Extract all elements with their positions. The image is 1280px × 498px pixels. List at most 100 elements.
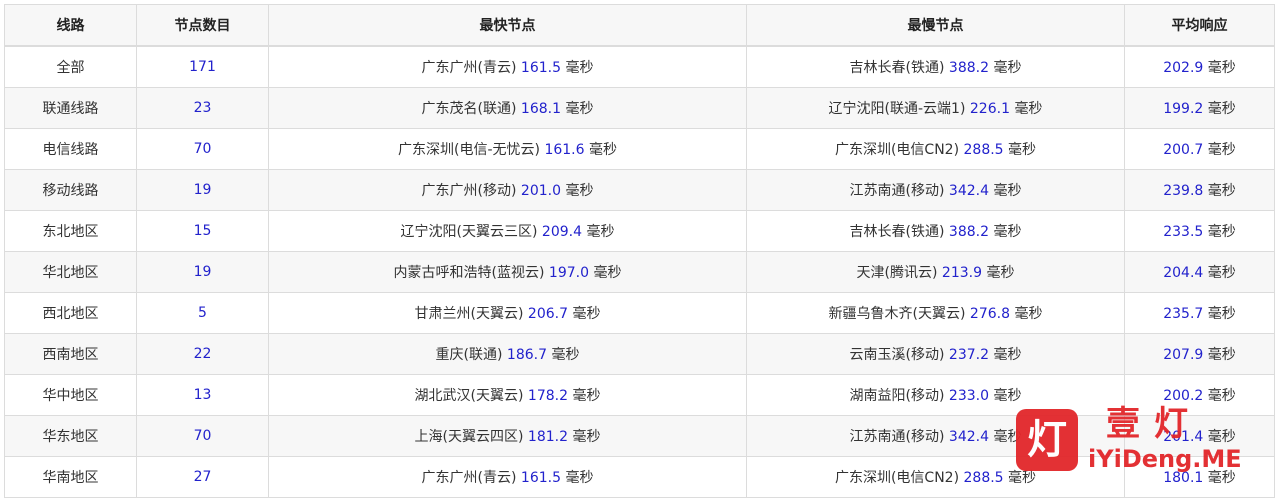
slowest-node-name: 云南玉溪(移动) xyxy=(849,347,945,363)
table-row: 西北地区 5 甘肃兰州(天翼云) 206.7 毫秒 新疆乌鲁木齐(天翼云) 276.8… xyxy=(4,292,1275,334)
unit-label: 毫秒 xyxy=(1014,101,1043,117)
slowest-node-name: 新疆乌鲁木齐(天翼云) xyxy=(828,306,966,322)
route-label: 华北地区 xyxy=(42,265,99,281)
node-count-cell: 13 xyxy=(136,374,269,416)
route-label: 联通线路 xyxy=(42,101,99,117)
fastest-node-ms: 161.6 xyxy=(544,142,585,158)
slowest-node-ms: 237.2 xyxy=(948,347,990,363)
average-ms: 200.2 xyxy=(1163,388,1204,404)
fastest-node-name: 广东深圳(电信-无忧云) xyxy=(398,142,540,158)
fastest-node-name: 甘肃兰州(天翼云) xyxy=(414,306,524,322)
unit-label: 毫秒 xyxy=(565,183,594,199)
route-cell: 西北地区 xyxy=(4,292,137,334)
slowest-node-ms: 342.4 xyxy=(948,429,990,445)
fastest-node-ms: 206.7 xyxy=(527,306,569,322)
unit-label: 毫秒 xyxy=(586,224,615,240)
route-label: 东北地区 xyxy=(42,224,99,240)
node-count-cell: 27 xyxy=(136,456,269,498)
fastest-node-cell: 甘肃兰州(天翼云) 206.7 毫秒 xyxy=(268,292,747,334)
fastest-node-cell: 上海(天翼云四区) 181.2 毫秒 xyxy=(268,415,747,457)
route-label: 电信线路 xyxy=(42,142,99,158)
average-response-cell: 233.5 毫秒 xyxy=(1124,210,1275,252)
node-count-cell: 19 xyxy=(136,169,269,211)
fastest-node-name: 内蒙古呼和浩特(蓝视云) xyxy=(393,265,545,281)
unit-label: 毫秒 xyxy=(1207,306,1236,322)
fastest-node-ms: 181.2 xyxy=(527,429,569,445)
table-row: 联通线路 23 广东茂名(联通) 168.1 毫秒 辽宁沈阳(联通-云端1) 226.… xyxy=(4,87,1275,129)
header-average-response: 平均响应 xyxy=(1124,4,1275,47)
node-count-cell: 23 xyxy=(136,87,269,129)
header-slowest-node: 最慢节点 xyxy=(746,4,1125,47)
unit-label: 毫秒 xyxy=(993,60,1022,76)
slowest-node-ms: 388.2 xyxy=(948,224,990,240)
fastest-node-ms: 178.2 xyxy=(527,388,569,404)
table-row: 全部 171 广东广州(青云) 161.5 毫秒 吉林长春(铁通) 388.2 毫秒 2… xyxy=(4,45,1275,88)
slowest-node-cell: 江苏南通(移动) 342.4 毫秒 xyxy=(746,169,1125,211)
slowest-node-name: 广东深圳(电信CN2) xyxy=(834,142,960,158)
slowest-node-cell: 云南玉溪(移动) 237.2 毫秒 xyxy=(746,333,1125,375)
slowest-node-cell: 吉林长春(铁通) 388.2 毫秒 xyxy=(746,210,1125,252)
node-count-cell: 171 xyxy=(136,45,269,88)
unit-label: 毫秒 xyxy=(572,429,601,445)
unit-label: 毫秒 xyxy=(1008,142,1037,158)
node-count-cell: 5 xyxy=(136,292,269,334)
unit-label: 毫秒 xyxy=(986,265,1015,281)
slowest-node-name: 江苏南通(移动) xyxy=(849,429,945,445)
slowest-node-ms: 213.9 xyxy=(941,265,983,281)
fastest-node-name: 广东广州(青云) xyxy=(421,60,517,76)
unit-label: 毫秒 xyxy=(593,265,622,281)
slowest-node-cell: 广东深圳(电信CN2) 288.5 毫秒 xyxy=(746,128,1125,170)
fastest-node-name: 重庆(联通) xyxy=(435,347,503,363)
watermark-brand: 壹灯 xyxy=(1106,404,1202,444)
average-ms: 200.7 xyxy=(1163,142,1204,158)
average-ms: 202.9 xyxy=(1163,60,1204,76)
unit-label: 毫秒 xyxy=(993,183,1022,199)
fastest-node-name: 湖北武汉(天翼云) xyxy=(414,388,524,404)
unit-label: 毫秒 xyxy=(1207,388,1236,404)
unit-label: 毫秒 xyxy=(588,142,617,158)
fastest-node-cell: 内蒙古呼和浩特(蓝视云) 197.0 毫秒 xyxy=(268,251,747,293)
average-response-cell: 239.8 毫秒 xyxy=(1124,169,1275,211)
unit-label: 毫秒 xyxy=(1014,306,1043,322)
fastest-node-name: 上海(天翼云四区) xyxy=(414,429,524,445)
slowest-node-cell: 天津(腾讯云) 213.9 毫秒 xyxy=(746,251,1125,293)
node-count: 171 xyxy=(189,59,216,75)
route-cell: 东北地区 xyxy=(4,210,137,252)
average-ms: 204.4 xyxy=(1163,265,1204,281)
slowest-node-name: 天津(腾讯云) xyxy=(856,265,938,281)
watermark-url: iYiDeng.ME xyxy=(1088,445,1242,473)
route-label: 华南地区 xyxy=(42,470,99,486)
fastest-node-cell: 广东广州(青云) 161.5 毫秒 xyxy=(268,45,747,88)
node-count: 70 xyxy=(193,141,212,157)
unit-label: 毫秒 xyxy=(572,306,601,322)
slowest-node-name: 辽宁沈阳(联通-云端1) xyxy=(828,101,966,117)
average-ms: 239.8 xyxy=(1163,183,1204,199)
route-cell: 华北地区 xyxy=(4,251,137,293)
slowest-node-name: 吉林长春(铁通) xyxy=(849,60,945,76)
slowest-node-name: 江苏南通(移动) xyxy=(849,183,945,199)
header-row: 线路 节点数目 最快节点 最慢节点 平均响应 xyxy=(4,4,1275,47)
route-cell: 华中地区 xyxy=(4,374,137,416)
route-cell: 移动线路 xyxy=(4,169,137,211)
unit-label: 毫秒 xyxy=(1207,60,1236,76)
route-label: 全部 xyxy=(56,60,85,76)
fastest-node-name: 辽宁沈阳(天翼云三区) xyxy=(400,224,538,240)
average-response-cell: 200.7 毫秒 xyxy=(1124,128,1275,170)
route-label: 西北地区 xyxy=(42,306,99,322)
route-label: 华东地区 xyxy=(42,429,99,445)
fastest-node-cell: 重庆(联通) 186.7 毫秒 xyxy=(268,333,747,375)
route-cell: 华东地区 xyxy=(4,415,137,457)
unit-label: 毫秒 xyxy=(572,388,601,404)
slowest-node-name: 吉林长春(铁通) xyxy=(849,224,945,240)
node-count: 13 xyxy=(193,387,212,403)
slowest-node-ms: 342.4 xyxy=(948,183,990,199)
fastest-node-cell: 广东茂名(联通) 168.1 毫秒 xyxy=(268,87,747,129)
slowest-node-ms: 226.1 xyxy=(969,101,1010,117)
table-header: 线路 节点数目 最快节点 最慢节点 平均响应 xyxy=(4,4,1275,47)
unit-label: 毫秒 xyxy=(565,470,594,486)
slowest-node-ms: 388.2 xyxy=(948,60,990,76)
node-count-cell: 22 xyxy=(136,333,269,375)
header-route: 线路 xyxy=(4,4,137,47)
slowest-node-cell: 吉林长春(铁通) 388.2 毫秒 xyxy=(746,45,1125,88)
average-response-cell: 207.9 毫秒 xyxy=(1124,333,1275,375)
